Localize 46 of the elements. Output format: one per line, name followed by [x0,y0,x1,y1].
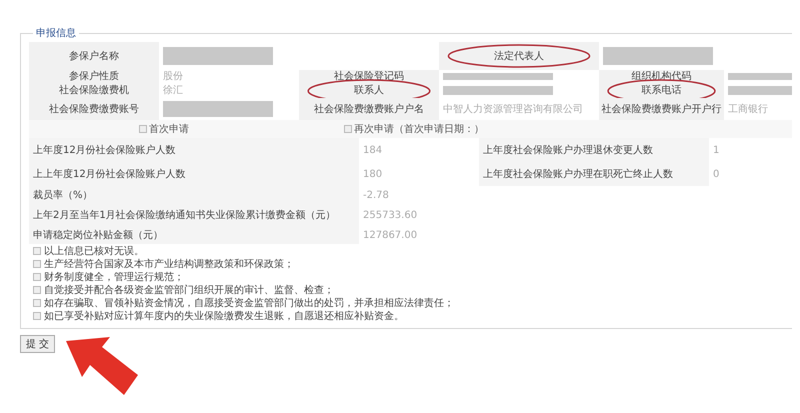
stat-value: -2.78 [363,190,389,200]
arrow-icon [66,337,138,395]
field-value: 股份 [162,71,183,82]
stat-label: 上年度社会保险账户办理退休变更人数 [483,144,653,157]
field-label: 社会保险费缴费账号 [48,104,140,114]
section-title: 申报信息 [35,27,77,40]
field-label: 社会保险费缴费账户户名 [313,104,425,114]
stat-value: 180 [363,168,382,180]
checkbox[interactable] [139,125,147,133]
checkbox-label: 再次申请（首次申请日期：） [354,122,484,136]
stat-value: 255733.60 [363,210,418,220]
checkbox[interactable] [33,272,41,280]
checkbox[interactable] [33,260,41,268]
field-value: 中智人力资源管理咨询有限公司 [442,104,583,114]
field-value: 工商银行 [727,104,768,114]
stat-label: 裁员率（%） [33,188,93,202]
field-label: 参保户性质 [68,71,120,82]
stat-label: 申请稳定岗位补贴金额（元） [33,228,163,242]
field-label: 参保户名称 [68,50,120,62]
field-label: 联系电话 [640,85,682,96]
checkbox[interactable] [33,298,41,306]
checkbox[interactable] [33,312,41,320]
declaration-text: 如存在骗取、冒领补贴资金情况，自愿接受资金监管部门做出的处罚，并承担相应法律责任； [44,296,454,310]
checkbox[interactable] [33,286,41,294]
field-label: 社会保险费缴费账户开户行 [600,104,722,114]
field-label: 社会保险缴费机 [58,85,130,96]
declaration-text: 财务制度健全，管理运行规范； [44,270,184,284]
stat-label: 上年度12月份社会保险账户人数 [33,144,176,157]
stat-label: 上上年度12月份社会保险账户人数 [33,168,186,181]
stat-value: 1 [713,144,720,156]
declaration-text: 如已享受补贴对应计算年度内的失业保险缴费发生退账，自愿退还相应补贴资金。 [44,310,404,322]
field-label: 联系人 [353,85,385,96]
stat-label: 上年度社会保险账户办理在职死亡终止人数 [483,168,673,181]
submit-button[interactable]: 提 交 [20,335,56,353]
checkbox[interactable] [344,125,352,133]
checkbox[interactable] [33,246,41,254]
stat-value: 127867.00 [363,230,418,240]
declaration-text: 以上信息已核对无误。 [44,244,144,258]
stat-value: 0 [713,168,720,180]
declaration-text: 自觉接受并配合各级资金监管部门组织开展的审计、监督、检查； [44,284,334,296]
stat-value: 184 [363,144,382,156]
declaration-text: 生产经营符合国家及本市产业结构调整政策和环保政策； [44,258,294,270]
stat-label: 上年2月至当年1月社会保险缴纳通知书失业保险累计缴费金额（元） [33,208,336,222]
field-value: 徐汇 [162,85,183,96]
checkbox-label: 首次申请 [149,122,189,136]
field-label: 法定代表人 [493,50,545,62]
